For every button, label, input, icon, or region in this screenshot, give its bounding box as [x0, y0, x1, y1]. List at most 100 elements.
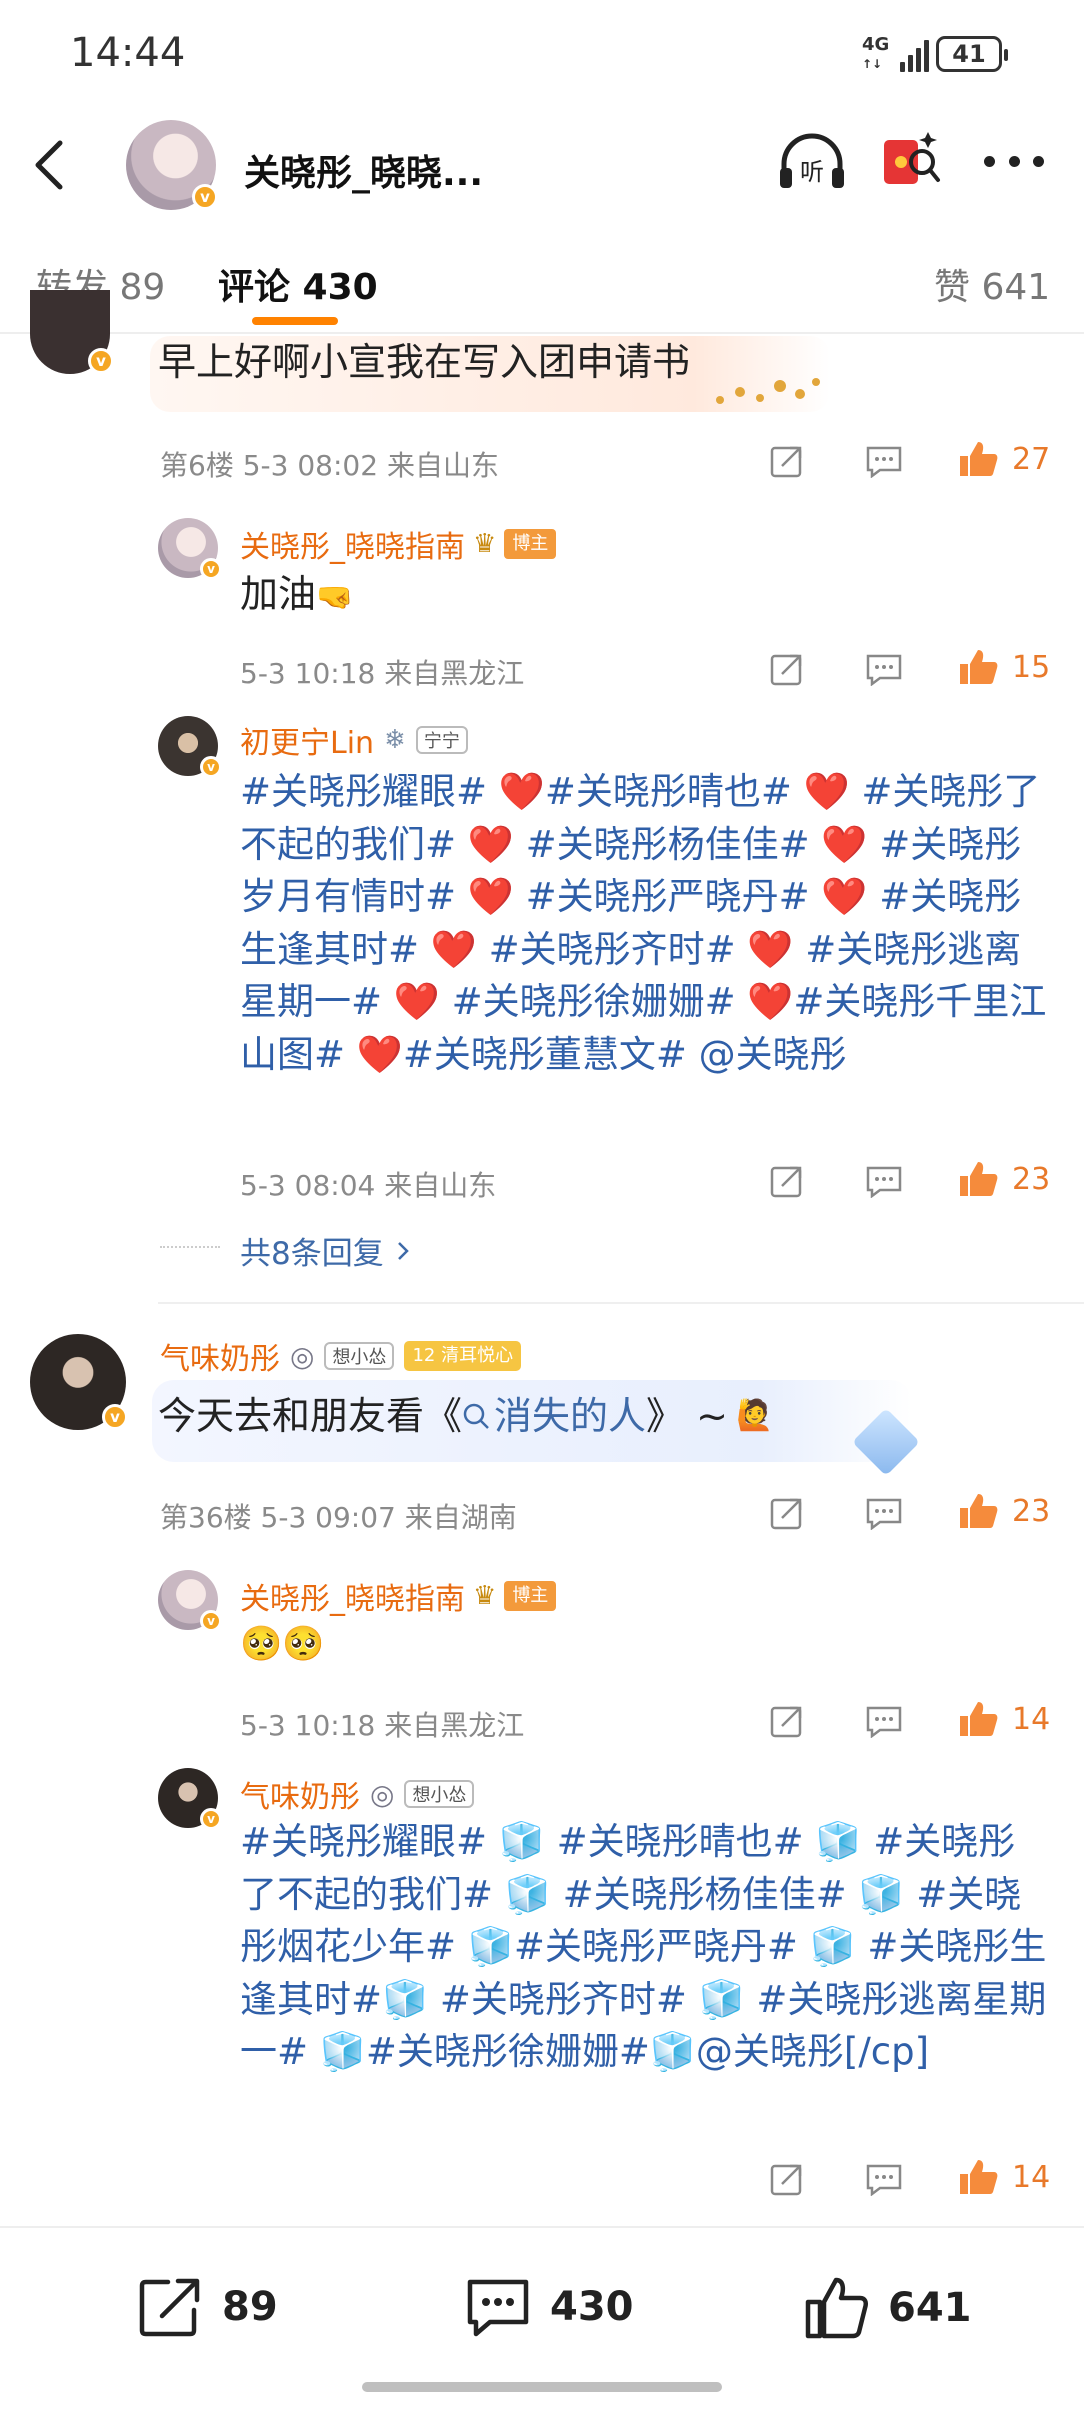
reply-author[interactable]: 气味奶彤	[240, 1772, 360, 1816]
status-time: 14:44	[70, 30, 186, 76]
comment-text: 今天去和朋友看《 消失的人 》 ~ 🙋	[158, 1390, 773, 1442]
like-count: 23	[1012, 1493, 1051, 1529]
reply-icon[interactable]	[866, 1164, 902, 1199]
tab-like[interactable]: 赞 641	[934, 258, 1050, 310]
like-count: 27	[1012, 441, 1051, 477]
reply-header: 关晓彤_晓晓指南 ♛ 博主	[240, 522, 557, 566]
like-button[interactable]: 14	[958, 1700, 1050, 1738]
crown-icon: ♛	[473, 1581, 497, 1611]
more-button[interactable]	[984, 156, 1044, 170]
reply-author[interactable]: 关晓彤_晓晓指南	[240, 522, 465, 566]
reply-text: #关晓彤耀眼# 🧊 #关晓彤晴也# 🧊 #关晓彤了不起的我们# 🧊 #关晓彤杨佳…	[240, 1820, 1047, 2073]
author-badge: 博主	[504, 529, 557, 559]
repost-icon[interactable]	[770, 1164, 806, 1198]
replies-dotted-line	[160, 1246, 220, 1248]
pleading-emoji-icon: 🥺🥺	[240, 1624, 325, 1664]
comment-icon	[467, 2279, 529, 2337]
flower-decoration-icon	[700, 360, 830, 410]
page-title: 关晓彤_晓晓...	[244, 153, 484, 194]
like-button[interactable]: 27	[958, 440, 1050, 478]
more-replies-link[interactable]: 共8条回复	[240, 1228, 410, 1273]
repost-icon[interactable]	[770, 1496, 806, 1530]
like-button[interactable]: 23	[958, 1160, 1050, 1198]
listen-label: 听	[800, 158, 824, 186]
network-indicator: 4G ↑↓	[862, 34, 890, 72]
fighting-emoji-icon: 🤜	[316, 580, 354, 615]
reply-meta: 5-3 10:18 来自黑龙江	[240, 1709, 525, 1742]
like-button[interactable]: 15	[958, 648, 1050, 686]
fan-badge: 想小怂	[324, 1342, 395, 1370]
verified-icon: v	[192, 184, 218, 210]
like-count: 14	[1012, 1701, 1051, 1737]
red-packet-button[interactable]	[880, 126, 942, 196]
reply-header: 关晓彤_晓晓指南 ♛ 博主	[240, 1574, 557, 1618]
reply-icon[interactable]	[866, 1704, 902, 1739]
verified-icon: v	[88, 348, 114, 374]
thumbs-up-icon	[960, 650, 998, 684]
repost-icon[interactable]	[770, 652, 806, 686]
thumbs-up-icon	[960, 442, 998, 476]
reply-avatar[interactable]: v	[158, 1768, 222, 1830]
like-button[interactable]: 14	[958, 2158, 1050, 2196]
comment-meta: 第6楼 5-3 08:02 来自山东	[160, 449, 499, 482]
verified-icon: v	[200, 1610, 222, 1632]
back-button[interactable]	[30, 135, 70, 195]
level-number: 12	[412, 1345, 436, 1366]
movie-link[interactable]: 消失的人	[462, 1390, 646, 1442]
thumbs-up-icon	[805, 2277, 869, 2339]
home-indicator[interactable]	[362, 2382, 722, 2392]
like-button[interactable]: 23	[958, 1492, 1050, 1530]
like-count: 23	[1012, 1161, 1051, 1197]
like-bottom-button[interactable]: 641	[804, 2276, 972, 2340]
verified-icon: v	[200, 558, 222, 580]
reply-header: 气味奶彤 ◎ 想小怂	[240, 1772, 475, 1816]
reply-icon[interactable]	[866, 652, 902, 687]
thumbs-up-icon	[960, 2160, 998, 2194]
verified-icon: v	[200, 756, 222, 778]
reply-avatar[interactable]: v	[158, 1570, 222, 1632]
listen-button[interactable]: 听	[776, 130, 848, 194]
reply-author[interactable]: 初更宁Lin	[240, 718, 374, 762]
repost-icon[interactable]	[770, 2162, 806, 2196]
commenter-avatar[interactable]: v	[30, 1334, 128, 1430]
repost-icon[interactable]	[770, 444, 806, 478]
reply-text: 加油🤜	[240, 572, 354, 616]
tab-active-indicator	[252, 317, 338, 325]
reply-meta: 5-3 08:04 来自山东	[240, 1169, 497, 1202]
repost-icon[interactable]	[770, 1704, 806, 1738]
reply-avatar[interactable]: v	[158, 716, 222, 778]
raise-hand-emoji-icon: 🙋	[735, 1398, 774, 1433]
fan-badge: 宁宁	[415, 726, 468, 754]
commenter-avatar[interactable]: v	[30, 290, 114, 374]
tab-divider	[0, 332, 1084, 334]
lollipop-icon: ◎	[370, 1777, 395, 1811]
tab-comment[interactable]: 评论 430	[218, 258, 378, 310]
reply-icon[interactable]	[866, 1496, 902, 1531]
reply-text: #关晓彤耀眼# ❤️#关晓彤晴也# ❤️ #关晓彤了不起的我们# ❤️ #关晓彤…	[240, 770, 1047, 1076]
thumbs-up-icon	[960, 1494, 998, 1528]
repost-button[interactable]: 89	[138, 2276, 278, 2338]
comment-separator	[158, 1302, 1084, 1304]
reply-meta: 5-3 10:18 来自黑龙江	[240, 657, 525, 690]
reply-header: 初更宁Lin ❄ 宁宁	[240, 718, 468, 762]
like-count: 14	[1012, 2159, 1051, 2195]
fan-badge: 想小怂	[404, 1780, 475, 1808]
comment-author[interactable]: 气味奶彤	[160, 1334, 280, 1378]
battery-indicator: 41	[936, 36, 1008, 72]
author-avatar[interactable]: v	[126, 120, 218, 210]
like-count: 15	[1012, 649, 1051, 685]
reply-icon[interactable]	[866, 2162, 902, 2197]
reply-avatar[interactable]: v	[158, 518, 222, 580]
comment-button[interactable]: 430	[464, 2276, 634, 2338]
reply-author[interactable]: 关晓彤_晓晓指南	[240, 1574, 465, 1618]
share-icon	[139, 2278, 200, 2337]
thumbs-up-icon	[960, 1702, 998, 1736]
lollipop-icon: ◎	[290, 1339, 315, 1373]
reply-icon[interactable]	[866, 444, 902, 479]
crown-icon: ♛	[473, 529, 497, 559]
comment-text: 早上好啊小宣我在写入团申请书	[158, 340, 691, 384]
verified-icon: v	[102, 1404, 128, 1430]
comment-header: 气味奶彤 ◎ 想小怂 12 清耳悦心	[160, 1334, 522, 1378]
verified-icon: v	[200, 1808, 222, 1830]
thumbs-up-icon	[960, 1162, 998, 1196]
